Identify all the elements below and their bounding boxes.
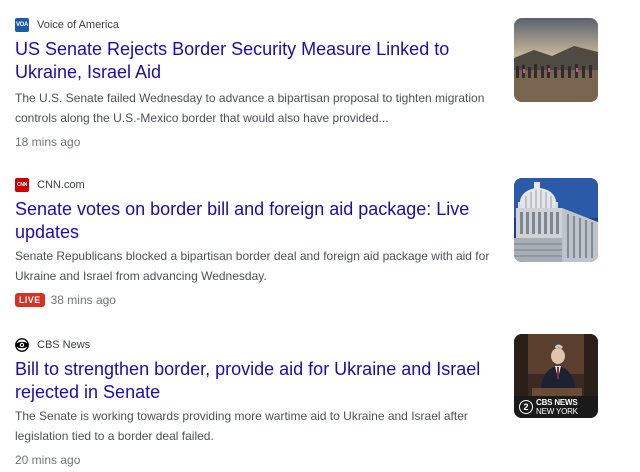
headline-link[interactable]: Senate votes on border bill and foreign … bbox=[15, 198, 485, 244]
source-name: Voice of America bbox=[37, 19, 119, 31]
live-badge: LIVE bbox=[15, 293, 45, 307]
city-text: NEW YORK bbox=[536, 407, 578, 416]
meta-row: 20 mins ago bbox=[15, 452, 80, 468]
news-feed: VOA Voice of America US Senate Rejects B… bbox=[0, 0, 640, 472]
cnn-favicon-icon: CNN bbox=[15, 178, 29, 192]
source-row: VOA Voice of America bbox=[15, 18, 119, 32]
timestamp: 38 mins ago bbox=[50, 293, 116, 307]
meta-row: LIVE 38 mins ago bbox=[15, 292, 116, 308]
article-snippet: Senate Republicans blocked a bipartisan … bbox=[15, 249, 490, 283]
source-row: CBS News bbox=[15, 338, 90, 352]
news-article: CNN CNN.com Senate votes on border bill … bbox=[0, 160, 640, 320]
cbs-brand-block: CBS NEWS NEW YORK bbox=[536, 398, 578, 416]
meta-row: 18 mins ago bbox=[15, 134, 80, 150]
article-snippet: The U.S. Senate failed Wednesday to adva… bbox=[15, 91, 485, 125]
brand-text: CBS NEWS bbox=[536, 398, 578, 407]
voa-favicon-icon: VOA bbox=[15, 18, 29, 32]
source-name: CBS News bbox=[37, 339, 91, 351]
source-name: CNN.com bbox=[37, 179, 85, 191]
timestamp: 20 mins ago bbox=[15, 453, 81, 467]
article-snippet: The Senate is working towards providing … bbox=[15, 409, 468, 443]
headline-link[interactable]: Bill to strengthen border, provide aid f… bbox=[15, 358, 485, 404]
source-row: CNN CNN.com bbox=[15, 178, 85, 192]
news-article: VOA Voice of America US Senate Rejects B… bbox=[0, 0, 640, 160]
cbs-thumbnail-overlay: 2 CBS NEWS NEW YORK bbox=[519, 396, 597, 418]
cbs-eye-icon bbox=[15, 338, 29, 352]
channel-number: 2 bbox=[519, 400, 533, 414]
timestamp: 18 mins ago bbox=[15, 135, 81, 149]
article-thumbnail[interactable] bbox=[514, 18, 598, 102]
article-thumbnail[interactable] bbox=[514, 178, 598, 262]
headline-link[interactable]: US Senate Rejects Border Security Measur… bbox=[15, 38, 485, 84]
